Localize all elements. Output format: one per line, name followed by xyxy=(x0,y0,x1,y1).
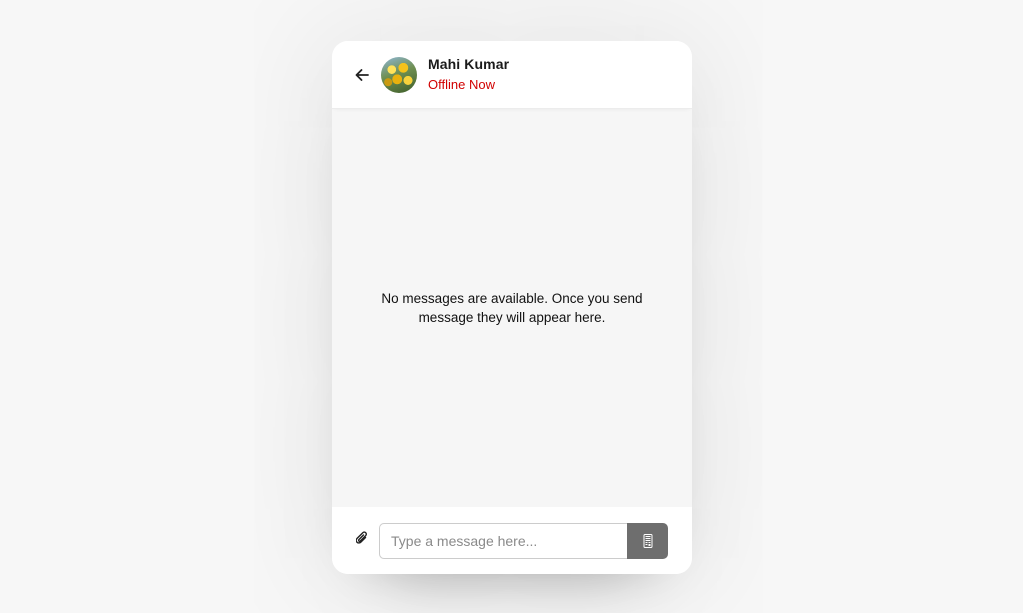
arrow-left-icon xyxy=(355,68,369,81)
chat-header: Mahi Kumar Offline Now xyxy=(332,41,692,109)
send-icon xyxy=(643,533,653,548)
empty-chat-message: No messages are available. Once you send… xyxy=(381,291,643,325)
back-button[interactable] xyxy=(354,67,370,83)
contact-details: Mahi Kumar Offline Now xyxy=(428,55,509,94)
page-background: Mahi Kumar Offline Now No messages are a… xyxy=(0,0,1023,613)
send-button[interactable] xyxy=(627,522,668,559)
message-input[interactable] xyxy=(379,522,627,559)
avatar[interactable] xyxy=(381,56,417,93)
chat-window: Mahi Kumar Offline Now No messages are a… xyxy=(332,41,692,574)
attach-button[interactable] xyxy=(354,530,370,551)
contact-name: Mahi Kumar xyxy=(428,56,510,72)
chat-box[interactable]: No messages are available. Once you send… xyxy=(332,109,692,507)
paperclip-icon xyxy=(355,530,368,551)
message-composer xyxy=(332,507,692,574)
contact-status: Offline Now xyxy=(428,77,495,92)
input-group xyxy=(379,522,668,559)
